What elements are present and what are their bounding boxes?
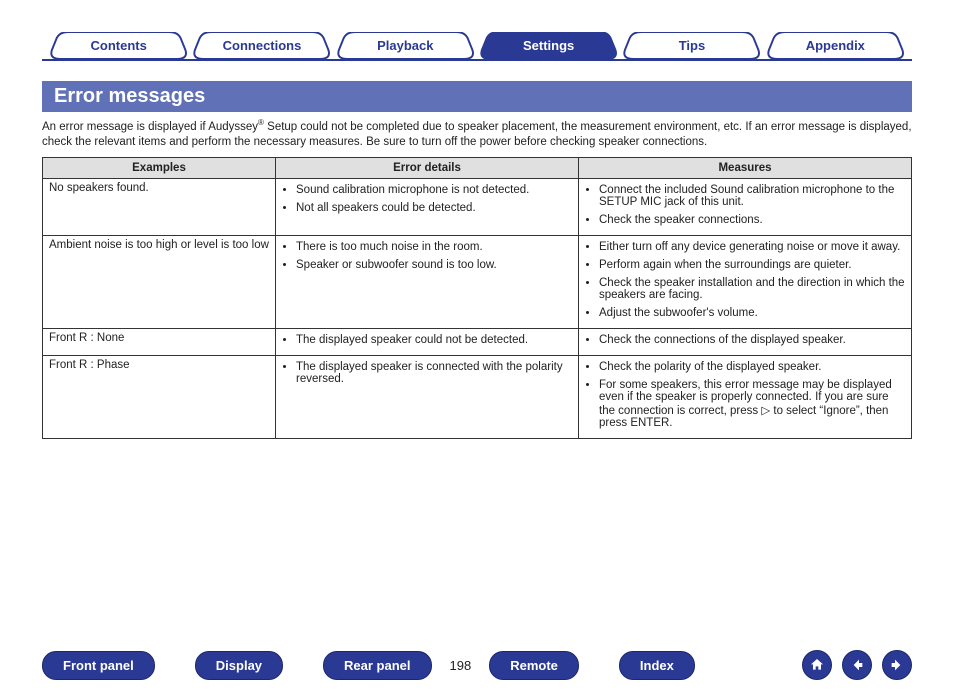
tab-label: Contents xyxy=(49,32,188,59)
list-item: Check the polarity of the displayed spea… xyxy=(599,361,905,373)
cell-example: No speakers found. xyxy=(43,178,276,235)
cell-details: The displayed speaker could not be detec… xyxy=(276,328,579,355)
top-tabs: ContentsConnectionsPlaybackSettingsTipsA… xyxy=(42,25,912,61)
cell-example: Ambient noise is too high or level is to… xyxy=(43,235,276,328)
list-item: Speaker or subwoofer sound is too low. xyxy=(296,259,572,271)
tab-label: Playback xyxy=(336,32,475,59)
cell-example: Front R : Phase xyxy=(43,355,276,438)
index-button[interactable]: Index xyxy=(619,651,695,680)
display-button[interactable]: Display xyxy=(195,651,283,680)
list-item: Not all speakers could be detected. xyxy=(296,202,572,214)
table-row: Front R : Phase The displayed speaker is … xyxy=(43,355,912,438)
cell-measures: Check the polarity of the displayed spea… xyxy=(579,355,912,438)
list-item: Perform again when the surroundings are … xyxy=(599,259,905,271)
th-details: Error details xyxy=(276,157,579,178)
tab-label: Settings xyxy=(479,32,618,59)
cell-details: Sound calibration microphone is not dete… xyxy=(276,178,579,235)
list-item: Either turn off any device generating no… xyxy=(599,241,905,253)
list-item: Check the speaker connections. xyxy=(599,214,905,226)
table-row: Front R : None The displayed speaker coul… xyxy=(43,328,912,355)
section-heading: Error messages xyxy=(42,81,912,112)
tab-contents[interactable]: Contents xyxy=(49,32,188,59)
table-row: No speakers found. Sound calibration micr… xyxy=(43,178,912,235)
remote-button[interactable]: Remote xyxy=(489,651,579,680)
tab-settings[interactable]: Settings xyxy=(479,32,618,59)
th-examples: Examples xyxy=(43,157,276,178)
home-icon[interactable] xyxy=(802,650,832,680)
cell-example: Front R : None xyxy=(43,328,276,355)
list-item: There is too much noise in the room. xyxy=(296,241,572,253)
error-table: Examples Error details Measures No speak… xyxy=(42,157,912,439)
front-panel-button[interactable]: Front panel xyxy=(42,651,155,680)
rear-panel-button[interactable]: Rear panel xyxy=(323,651,431,680)
list-item: The displayed speaker could not be detec… xyxy=(296,334,572,346)
tab-label: Connections xyxy=(192,32,331,59)
th-measures: Measures xyxy=(579,157,912,178)
list-item: Sound calibration microphone is not dete… xyxy=(296,184,572,196)
intro-text: An error message is displayed if Audysse… xyxy=(42,118,912,151)
list-item: For some speakers, this error message ma… xyxy=(599,379,905,429)
list-item: Check the speaker installation and the d… xyxy=(599,277,905,301)
footer-bar: Front panel Display Rear panel 198 Remot… xyxy=(42,650,912,680)
list-item: Connect the included Sound calibration m… xyxy=(599,184,905,208)
page-number: 198 xyxy=(450,658,472,673)
tab-playback[interactable]: Playback xyxy=(336,32,475,59)
tab-label: Tips xyxy=(622,32,761,59)
cell-measures: Either turn off any device generating no… xyxy=(579,235,912,328)
tab-tips[interactable]: Tips xyxy=(622,32,761,59)
next-page-icon[interactable] xyxy=(882,650,912,680)
cell-details: The displayed speaker is connected with … xyxy=(276,355,579,438)
tab-connections[interactable]: Connections xyxy=(192,32,331,59)
list-item: The displayed speaker is connected with … xyxy=(296,361,572,385)
list-item: Adjust the subwoofer's volume. xyxy=(599,307,905,319)
cell-details: There is too much noise in the room. Spea… xyxy=(276,235,579,328)
cell-measures: Connect the included Sound calibration m… xyxy=(579,178,912,235)
prev-page-icon[interactable] xyxy=(842,650,872,680)
tab-label: Appendix xyxy=(766,32,905,59)
table-row: Ambient noise is too high or level is to… xyxy=(43,235,912,328)
intro-pre: An error message is displayed if Audysse… xyxy=(42,121,258,133)
cell-measures: Check the connections of the displayed s… xyxy=(579,328,912,355)
list-item: Check the connections of the displayed s… xyxy=(599,334,905,346)
tab-appendix[interactable]: Appendix xyxy=(766,32,905,59)
